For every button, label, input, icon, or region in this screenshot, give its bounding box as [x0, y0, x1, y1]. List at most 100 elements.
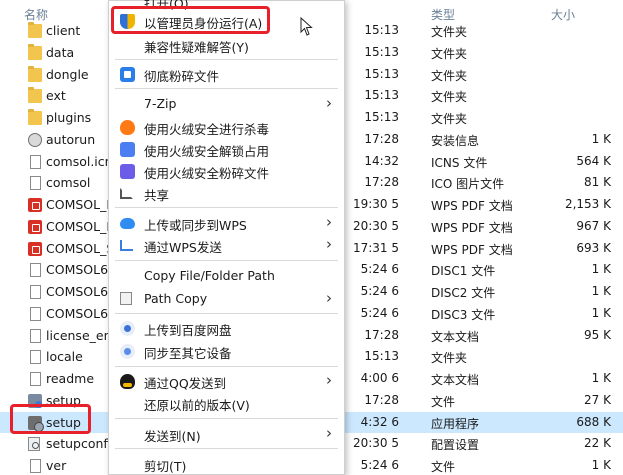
file-date: 17:28 — [364, 392, 399, 407]
file-type: 配置设置 — [431, 438, 480, 453]
file-icon — [30, 154, 41, 169]
file-date: 6 5:24 — [360, 262, 399, 277]
menu-item-label: 以管理员身份运行(A) — [144, 16, 263, 31]
menu-item-huorong-kill[interactable]: 使用火绒安全进行杀毒 — [109, 116, 344, 138]
file-size: 688 K — [576, 414, 611, 429]
menu-item-7zip[interactable]: 7-Zip › — [109, 93, 344, 115]
file-name: COMSOL63 — [46, 262, 110, 278]
menu-item-label: 使用火绒安全解锁占用 — [144, 144, 270, 159]
installer-icon — [28, 393, 42, 408]
file-name: ext — [46, 88, 66, 104]
file-type: 文件 — [431, 460, 456, 474]
file-icon — [30, 176, 41, 191]
huorong-icon — [120, 120, 135, 135]
qq-icon — [120, 374, 135, 389]
file-type: 文本文档 — [431, 373, 480, 387]
file-size: 2,153 K — [564, 197, 611, 211]
menu-separator — [115, 313, 338, 314]
menu-item-restore[interactable]: 还原以前的版本(V) — [109, 392, 344, 414]
file-date: 5 20:30 — [352, 218, 399, 233]
chevron-right-icon: › — [326, 235, 332, 253]
file-name: dongle — [46, 66, 89, 82]
menu-item-wps-upload[interactable]: 上传或同步到WPS › — [109, 212, 344, 234]
menu-item-sync-devices[interactable]: 同步至其它设备 — [109, 340, 344, 362]
gear-file-icon — [28, 132, 42, 147]
menu-item-qq-send[interactable]: 通过QQ发送到 › — [109, 370, 344, 392]
file-date: 15:13 — [364, 349, 399, 364]
file-type: 文件夹 — [431, 68, 468, 83]
menu-item-label: 通过QQ发送到 — [144, 376, 227, 391]
menu-item-label: 还原以前的版本(V) — [144, 398, 250, 413]
file-size: 967 K — [576, 218, 611, 233]
file-name: autorun — [46, 131, 96, 147]
file-type: 文件夹 — [431, 351, 468, 366]
menu-item-compatibility[interactable]: 兼容性疑难解答(Y) — [109, 34, 344, 56]
file-date: 6 5:24 — [360, 284, 399, 298]
menu-item-copy-file-path[interactable]: Copy File/Folder Path — [109, 265, 344, 287]
file-date: 6 4:00 — [360, 371, 399, 385]
file-size: 1 K — [591, 284, 611, 298]
menu-item-shred[interactable]: 彻底粉碎文件 — [109, 63, 344, 85]
file-date: 15:13 — [364, 23, 399, 37]
file-type: DISC2 文件 — [431, 286, 496, 300]
menu-item-label: 发送到(N) — [144, 429, 201, 444]
file-icon — [30, 328, 41, 343]
chevron-right-icon: › — [326, 371, 332, 389]
file-date: 6 4:32 — [360, 414, 399, 429]
file-name: COMSOL63 — [46, 284, 110, 299]
file-name: setupconfig — [46, 436, 110, 452]
sync-icon — [120, 344, 135, 359]
file-type: 文件夹 — [431, 90, 468, 105]
menu-item-huorong-shred[interactable]: 使用火绒安全粉碎文件 — [109, 160, 344, 182]
folder-icon — [28, 87, 42, 104]
file-date: 15:13 — [364, 88, 399, 103]
file-size: 1 K — [591, 458, 611, 472]
file-size: 564 K — [576, 153, 611, 168]
menu-item-wps-send[interactable]: 通过WPS发送 › — [109, 234, 344, 256]
file-type: 安装信息 — [431, 133, 480, 148]
file-name: plugins — [46, 110, 92, 125]
file-type: WPS PDF 文档 — [431, 242, 513, 257]
file-type: 文件 — [431, 394, 456, 409]
menu-item-label: 通过WPS发送 — [144, 240, 222, 255]
menu-item-label: 同步至其它设备 — [144, 346, 232, 361]
mouse-cursor-icon — [300, 17, 313, 36]
menu-item-share[interactable]: 共享 — [109, 182, 344, 204]
file-name: setup — [46, 414, 81, 430]
folder-icon — [28, 65, 42, 82]
file-date: 6 5:24 — [360, 305, 399, 320]
setup-exe-icon — [28, 415, 44, 432]
file-type: DISC3 文件 — [431, 307, 496, 322]
menu-item-label: Path Copy — [144, 291, 208, 306]
file-type: ICO 图片文件 — [431, 177, 505, 192]
folder-icon — [28, 109, 42, 125]
file-date: 5 20:30 — [352, 436, 399, 451]
folder-icon — [28, 22, 42, 38]
copy-path-icon — [120, 292, 132, 305]
menu-item-label: 使用火绒安全粉碎文件 — [144, 166, 270, 181]
file-type: 应用程序 — [431, 416, 480, 431]
file-icon — [30, 263, 41, 278]
file-type: 文本文档 — [431, 329, 480, 344]
menu-item-label: 上传或同步到WPS — [144, 218, 247, 233]
folder-icon — [28, 43, 42, 60]
file-date: 6 5:24 — [360, 458, 399, 472]
menu-item-huorong-unlock[interactable]: 使用火绒安全解锁占用 — [109, 138, 344, 160]
file-size: 1 K — [591, 305, 611, 320]
menu-item-cut[interactable]: 剪切(T) — [109, 453, 344, 475]
menu-item-baidu-upload[interactable]: 上传到百度网盘 — [109, 317, 344, 339]
file-date: 17:28 — [364, 131, 399, 146]
cloud-icon — [120, 218, 135, 229]
file-type: WPS PDF 文档 — [431, 220, 513, 235]
file-name: comsol.icns — [46, 153, 110, 169]
menu-item-path-copy[interactable]: Path Copy › — [109, 288, 344, 310]
menu-item-label: 兼容性疑难解答(Y) — [144, 40, 249, 55]
menu-item-label: 使用火绒安全进行杀毒 — [144, 122, 270, 137]
chevron-right-icon: › — [326, 424, 332, 442]
menu-item-label: 彻底粉碎文件 — [144, 69, 220, 84]
file-date: 17:28 — [364, 175, 399, 190]
pdf-icon — [28, 219, 42, 234]
menu-item-send-to[interactable]: 发送到(N) › — [109, 423, 344, 445]
file-type: WPS PDF 文档 — [431, 199, 513, 213]
file-name: setup — [46, 392, 81, 408]
